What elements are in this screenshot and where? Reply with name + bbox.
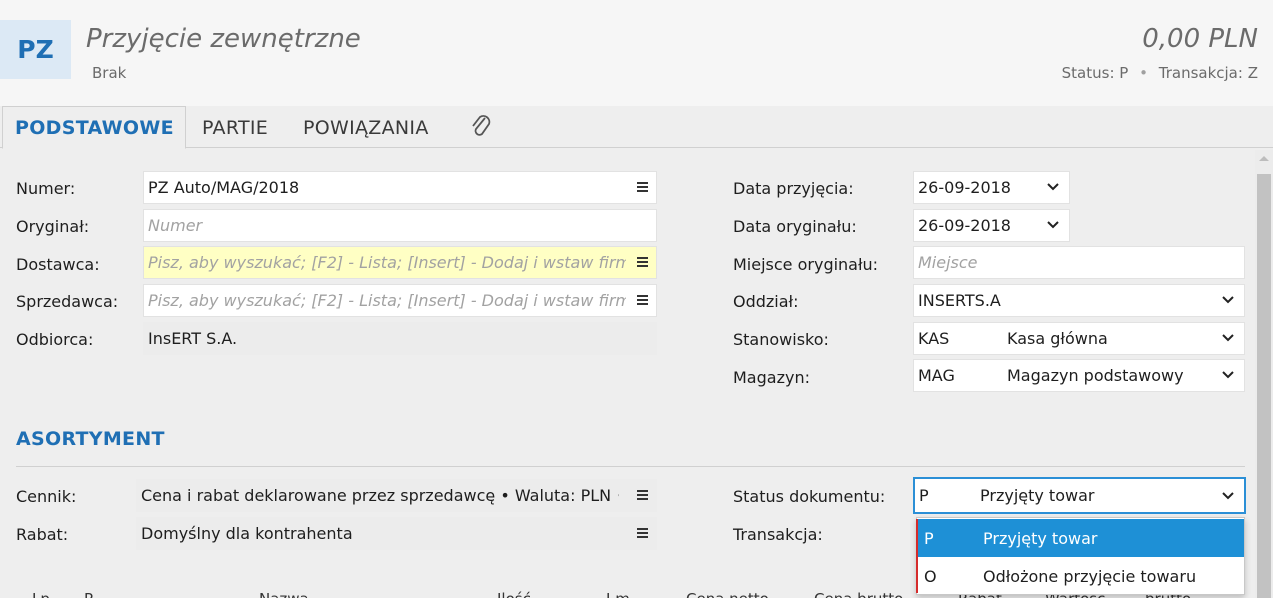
oryginal-field[interactable]: Numer	[143, 209, 657, 242]
option-code: P	[924, 528, 934, 548]
magazyn-name: Magazyn podstawowy	[1007, 366, 1184, 385]
magazyn-select[interactable]: MAG Magazyn podstawowy	[913, 359, 1245, 392]
validation-marker	[916, 519, 918, 593]
oryginal-placeholder: Numer	[148, 216, 203, 235]
data-przyjecia-label: Data przyjęcia:	[733, 179, 854, 198]
rabat-value: Domyślny dla kontrahenta	[141, 524, 353, 543]
chevron-down-icon[interactable]	[1222, 370, 1234, 380]
chevron-down-icon[interactable]	[1047, 182, 1059, 192]
document-type-badge: PZ	[0, 20, 71, 79]
option-name: Odłożone przyjęcie towaru	[983, 566, 1197, 586]
odbiorca-label: Odbiorca:	[16, 330, 94, 349]
vertical-scrollbar[interactable]	[1255, 150, 1273, 598]
odbiorca-field: InsERT S.A.	[143, 322, 657, 355]
miejsce-placeholder: Miejsce	[918, 253, 978, 272]
column-header-p[interactable]: P	[84, 590, 93, 598]
dropdown-option-przyjety[interactable]: P Przyjęty towar	[917, 519, 1244, 557]
chevron-down-icon[interactable]	[1222, 491, 1234, 501]
section-divider	[16, 466, 1245, 467]
transaction-label: Transakcja:	[1158, 64, 1243, 82]
dostawca-label: Dostawca:	[16, 255, 100, 274]
magazyn-code: MAG	[918, 366, 955, 385]
odbiorca-value: InsERT S.A.	[148, 329, 238, 348]
status-name: Przyjęty towar	[980, 486, 1095, 505]
status-dropdown-list: P Przyjęty towar O Odłożone przyjęcie to…	[916, 517, 1245, 595]
status-dokumentu-label: Status dokumentu:	[733, 487, 886, 506]
menu-icon[interactable]	[637, 488, 648, 502]
miejsce-field[interactable]: Miejsce	[913, 246, 1245, 279]
chevron-down-icon[interactable]	[1047, 220, 1059, 230]
menu-icon[interactable]	[637, 180, 648, 194]
cennik-field[interactable]: Cena i rabat deklarowane przez sprzedawc…	[136, 479, 657, 512]
scroll-thumb[interactable]	[1257, 174, 1271, 598]
data-przyjecia-value: 26-09-2018	[918, 178, 1011, 197]
oddzial-value: INSERTS.A	[918, 291, 1001, 310]
stanowisko-label: Stanowisko:	[733, 330, 829, 349]
tab-partie[interactable]: PARTIE	[190, 106, 280, 149]
asortyment-heading: ASORTYMENT	[16, 428, 165, 450]
document-header: PZ Przyjęcie zewnętrzne Brak 0,00 PLN St…	[0, 0, 1273, 106]
column-header-lp[interactable]: Lp.	[32, 590, 55, 598]
menu-icon[interactable]	[637, 526, 648, 540]
column-header-cena-brutto[interactable]: Cena brutto	[814, 590, 903, 598]
oddzial-label: Oddział:	[733, 292, 799, 311]
separator-dot: •	[1139, 64, 1148, 82]
status-code: P	[919, 486, 929, 505]
rabat-label: Rabat:	[16, 525, 69, 544]
dostawca-field[interactable]: Pisz, aby wyszukać; [F2] - Lista; [Inser…	[143, 246, 657, 279]
document-subtitle: Brak	[92, 64, 127, 82]
tab-podstawowe[interactable]: PODSTAWOWE	[2, 106, 186, 149]
cennik-label: Cennik:	[16, 487, 77, 506]
sprzedawca-field[interactable]: Pisz, aby wyszukać; [F2] - Lista; [Inser…	[143, 284, 657, 317]
chevron-down-icon[interactable]	[1222, 333, 1234, 343]
status-value: P	[1119, 64, 1129, 82]
magazyn-label: Magazyn:	[733, 368, 810, 387]
stanowisko-name: Kasa główna	[1007, 329, 1108, 348]
column-header-cena-netto[interactable]: Cena netto	[686, 590, 769, 598]
option-code: O	[924, 566, 937, 586]
numer-field[interactable]: PZ Auto/MAG/2018	[143, 171, 657, 204]
column-header-ilosc[interactable]: Ilość	[497, 590, 531, 598]
paperclip-icon[interactable]	[466, 110, 496, 142]
column-header-jm[interactable]: J.m.	[606, 590, 635, 598]
document-amount: 0,00 PLN	[1142, 24, 1258, 54]
stanowisko-select[interactable]: KAS Kasa główna	[913, 322, 1245, 355]
miejsce-label: Miejsce oryginału:	[733, 255, 879, 274]
document-status-line: Status: P • Transakcja: Z	[1062, 64, 1258, 82]
status-dokumentu-select[interactable]: P Przyjęty towar	[913, 477, 1246, 514]
dropdown-option-odlozone[interactable]: O Odłożone przyjęcie towaru	[917, 557, 1244, 595]
scroll-up-icon[interactable]	[1259, 156, 1269, 161]
oryginal-label: Oryginał:	[16, 217, 90, 236]
cennik-value: Cena i rabat deklarowane przez sprzedawc…	[141, 486, 619, 505]
data-przyjecia-field[interactable]: 26-09-2018	[913, 171, 1070, 204]
column-header-nazwa[interactable]: Nazwa	[259, 590, 309, 598]
tab-bar: PODSTAWOWE PARTIE POWIĄZANIA	[0, 106, 1273, 149]
chevron-down-icon[interactable]	[1222, 295, 1234, 305]
menu-icon[interactable]	[637, 255, 648, 269]
transakcja-label: Transakcja:	[733, 525, 823, 544]
document-title: Przyjęcie zewnętrzne	[86, 24, 361, 54]
tab-powiazania[interactable]: POWIĄZANIA	[291, 106, 441, 149]
transaction-value: Z	[1247, 64, 1258, 82]
oddzial-select[interactable]: INSERTS.A	[913, 284, 1245, 317]
data-oryginalu-label: Data oryginału:	[733, 217, 857, 236]
numer-value: PZ Auto/MAG/2018	[148, 178, 300, 197]
option-name: Przyjęty towar	[983, 528, 1098, 548]
data-oryginalu-value: 26-09-2018	[918, 216, 1011, 235]
sprzedawca-label: Sprzedawca:	[16, 292, 119, 311]
menu-icon[interactable]	[637, 293, 648, 307]
status-label: Status:	[1061, 64, 1115, 82]
numer-label: Numer:	[16, 179, 76, 198]
stanowisko-code: KAS	[918, 329, 950, 348]
dostawca-placeholder: Pisz, aby wyszukać; [F2] - Lista; [Inser…	[148, 253, 626, 272]
rabat-field[interactable]: Domyślny dla kontrahenta	[136, 517, 657, 550]
data-oryginalu-field[interactable]: 26-09-2018	[913, 209, 1070, 242]
sprzedawca-placeholder: Pisz, aby wyszukać; [F2] - Lista; [Inser…	[148, 291, 626, 310]
